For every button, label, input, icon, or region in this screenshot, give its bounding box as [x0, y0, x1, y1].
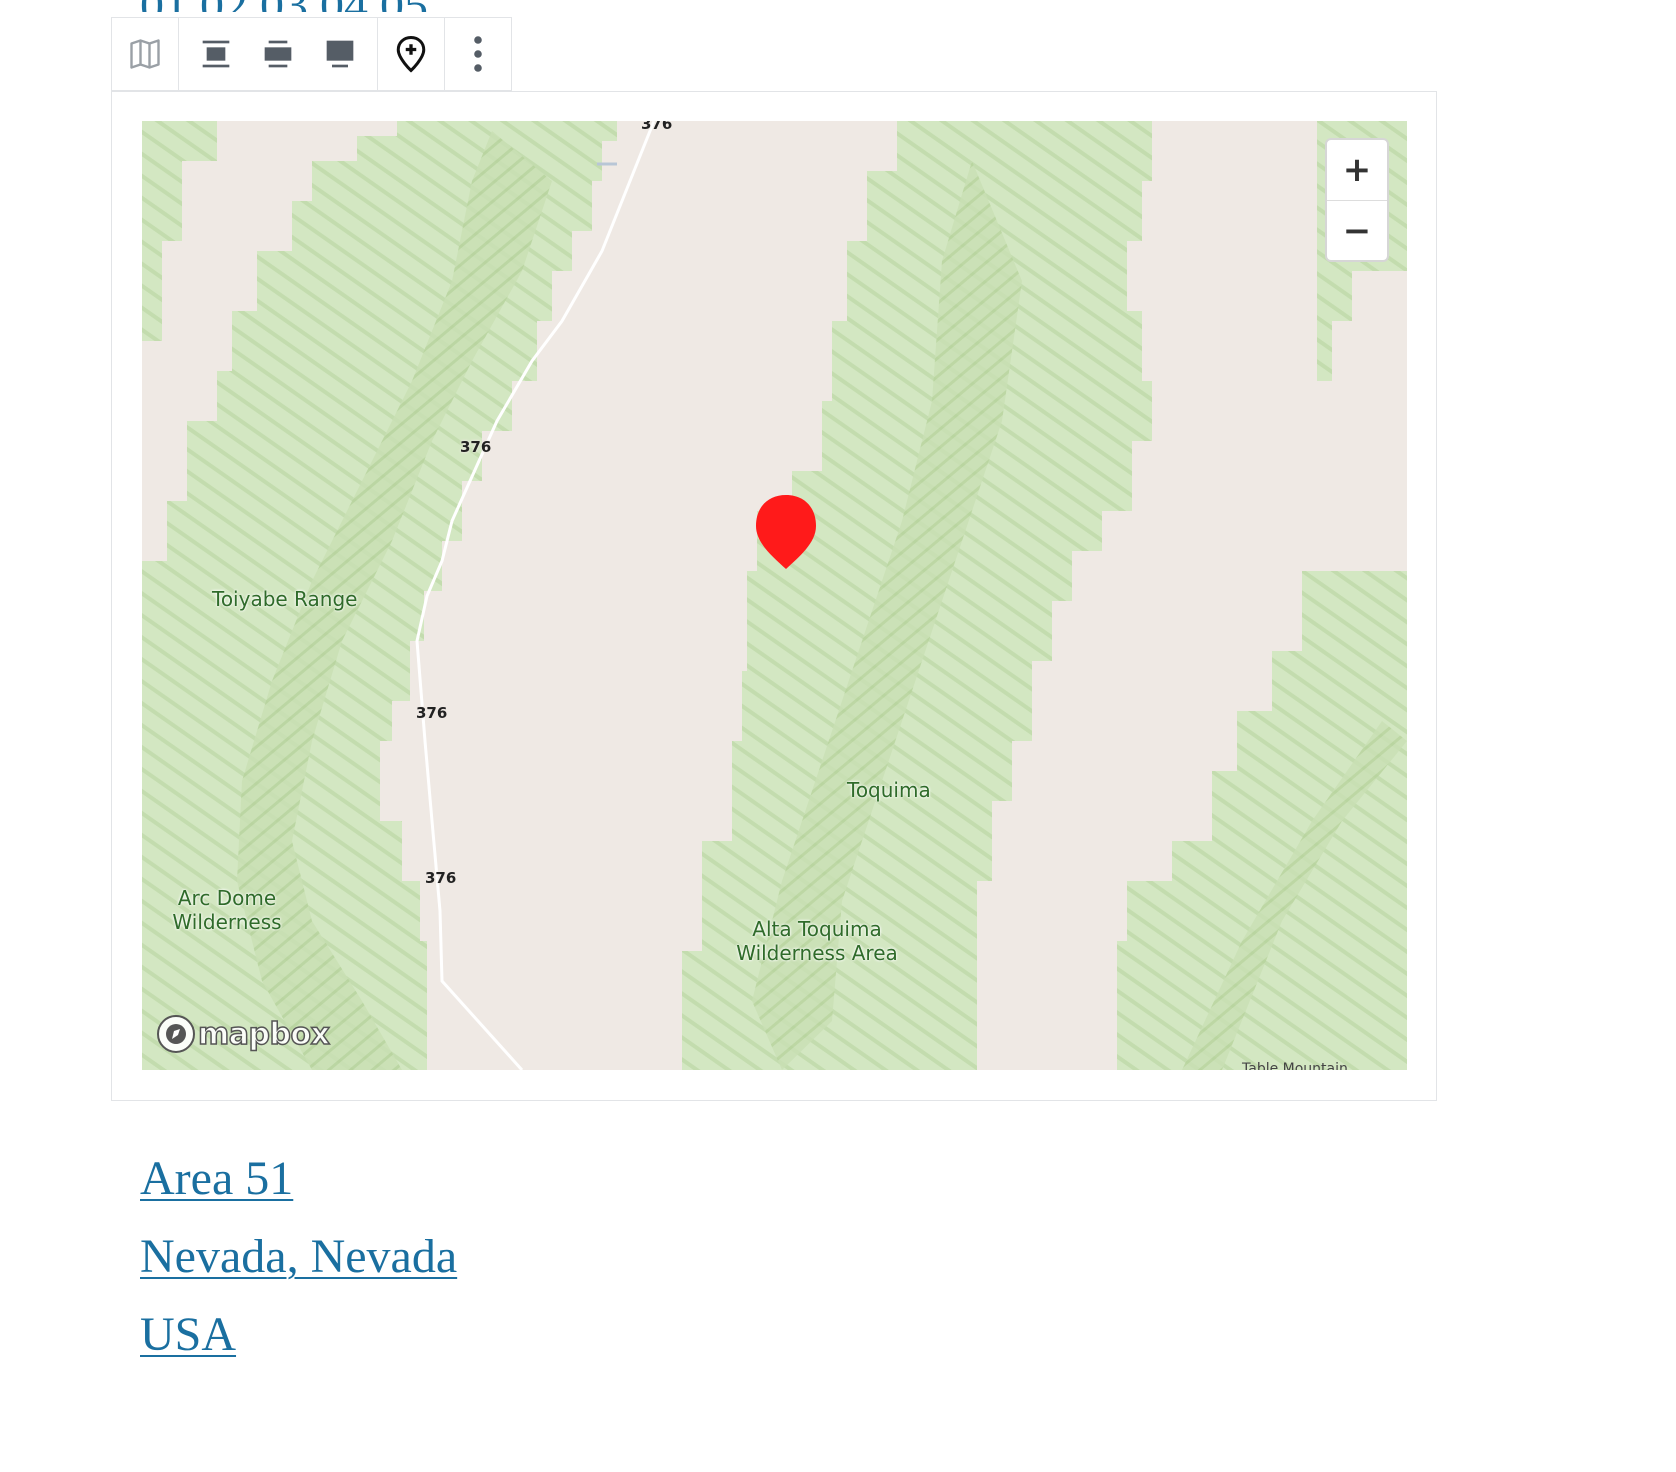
- forest-area-far-right-lower: [1117, 571, 1407, 1070]
- map-attribution: Table Mountain: [1242, 1061, 1348, 1070]
- more-vertical-icon: [474, 36, 482, 72]
- place-label-toquima: Toquima: [847, 778, 931, 802]
- road-label-376-lower: 376: [425, 869, 457, 887]
- map-block: 376 376 376 376 Toiyabe Range Toquima Ar…: [111, 91, 1437, 1101]
- address-country-link[interactable]: USA: [140, 1296, 457, 1374]
- place-label-alta-toquima-line1: Alta Toquima: [752, 917, 882, 941]
- zoom-out-button[interactable]: −: [1327, 201, 1387, 260]
- place-label-alta-toquima: Alta Toquima Wilderness Area: [735, 917, 899, 965]
- location-marker[interactable]: [753, 493, 819, 576]
- align-center-icon: [202, 40, 230, 68]
- address-block: Area 51 Nevada, Nevada USA: [140, 1140, 457, 1374]
- mapbox-logo-icon: [157, 1015, 195, 1053]
- block-type-button[interactable]: [118, 18, 172, 90]
- place-label-toiyabe-range: Toiyabe Range: [212, 587, 358, 611]
- add-marker-button[interactable]: [384, 18, 438, 90]
- place-label-arc-dome-line2: Wilderness: [172, 910, 282, 934]
- align-wide-button[interactable]: [247, 18, 309, 90]
- road-label-376-upper: 376: [460, 438, 492, 456]
- page-heading-clipped: 01 02 03 04 05: [140, 0, 428, 12]
- zoom-control: + −: [1325, 138, 1389, 262]
- mapbox-logo-text: mapbox: [197, 1016, 330, 1053]
- address-name-link[interactable]: Area 51: [140, 1140, 457, 1218]
- align-full-button[interactable]: [309, 18, 371, 90]
- zoom-in-button[interactable]: +: [1327, 140, 1387, 201]
- align-wide-icon: [264, 40, 292, 68]
- forest-area-far-left: [142, 121, 217, 341]
- road-label-376-top: 376: [641, 121, 673, 133]
- road-label-376-middle: 376: [416, 704, 448, 722]
- add-marker-icon: [396, 35, 426, 73]
- mapbox-logo[interactable]: mapbox: [156, 1014, 331, 1054]
- block-toolbar: [111, 17, 512, 91]
- toolbar-group-marker: [378, 18, 445, 90]
- map-pin-icon: [756, 495, 816, 569]
- toolbar-group-more: [445, 18, 511, 90]
- toolbar-group-alignment: [179, 18, 378, 90]
- map-icon: [130, 39, 160, 69]
- align-full-icon: [326, 40, 354, 68]
- more-options-button[interactable]: [451, 18, 505, 90]
- toolbar-group-block: [112, 18, 179, 90]
- map-canvas[interactable]: 376 376 376 376 Toiyabe Range Toquima Ar…: [142, 121, 1407, 1070]
- address-region-link[interactable]: Nevada, Nevada: [140, 1218, 457, 1296]
- align-center-button[interactable]: [185, 18, 247, 90]
- place-label-arc-dome: Arc Dome Wilderness: [172, 886, 282, 934]
- place-label-arc-dome-line1: Arc Dome: [177, 886, 277, 910]
- place-label-alta-toquima-line2: Wilderness Area: [736, 941, 898, 965]
- editor-page: 01 02 03 04 05: [0, 0, 1676, 1472]
